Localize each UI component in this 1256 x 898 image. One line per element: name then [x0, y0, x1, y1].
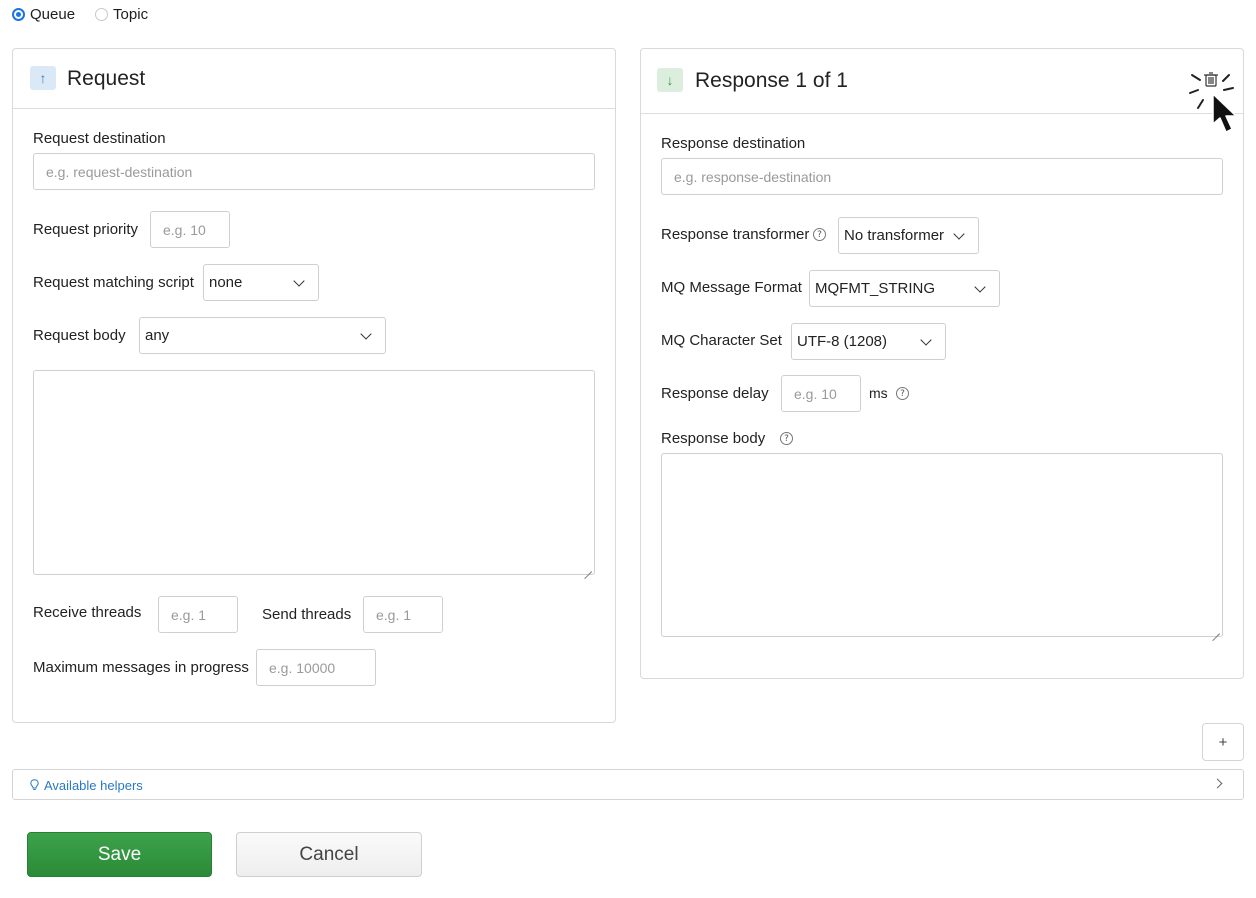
lightbulb-icon [30, 779, 39, 790]
request-panel-title: Request [67, 67, 146, 90]
response-delay-label: Response delay [661, 385, 769, 402]
response-transformer-select[interactable]: No transformer [838, 217, 979, 254]
chevron-down-icon [974, 280, 986, 293]
chevron-down-icon [293, 274, 305, 287]
available-helpers-bar[interactable]: Available helpers [12, 769, 1244, 800]
destination-type-radio-group: Queue Topic [12, 5, 168, 23]
arrow-up-icon: ↑ [30, 66, 56, 90]
response-delay-input[interactable]: e.g. 10 [781, 375, 861, 412]
add-response-button[interactable]: + [1202, 723, 1244, 761]
max-messages-input[interactable]: e.g. 10000 [256, 649, 376, 686]
request-matching-script-select[interactable]: none [203, 264, 319, 301]
resize-handle-icon[interactable] [1212, 626, 1220, 634]
send-threads-input[interactable]: e.g. 1 [363, 596, 443, 633]
mq-character-set-value: UTF-8 (1208) [797, 333, 888, 350]
request-matching-script-value: none [209, 274, 243, 291]
cancel-button[interactable]: Cancel [236, 832, 422, 877]
queue-radio[interactable] [12, 7, 25, 21]
mq-character-set-select[interactable]: UTF-8 (1208) [791, 323, 946, 360]
available-helpers-label[interactable]: Available helpers [44, 778, 143, 793]
request-body-label: Request body [33, 327, 126, 344]
response-delay-unit: ms [869, 385, 888, 401]
topic-radio-label[interactable]: Topic [113, 6, 148, 23]
chevron-down-icon [360, 327, 372, 340]
request-body-textarea[interactable] [33, 370, 595, 575]
resize-handle-icon[interactable] [584, 564, 592, 572]
response-panel-title: Response 1 of 1 [695, 69, 848, 92]
response-destination-label: Response destination [661, 135, 806, 152]
response-panel-header: ↓ Response 1 of 1 [641, 49, 1243, 114]
chevron-down-icon [953, 227, 965, 240]
arrow-down-icon: ↓ [657, 68, 683, 92]
request-panel-header: ↑ Request [13, 49, 615, 109]
trash-icon [1189, 72, 1237, 133]
request-body-value: any [145, 327, 170, 344]
mq-message-format-label: MQ Message Format [661, 279, 802, 296]
delete-response-button[interactable] [1188, 68, 1252, 140]
request-panel: ↑ Request Request destination e.g. reque… [12, 48, 616, 723]
receive-threads-label: Receive threads [33, 604, 142, 621]
request-priority-input[interactable]: e.g. 10 [150, 211, 230, 248]
response-body-textarea[interactable] [661, 453, 1223, 637]
help-icon[interactable]: ? [896, 387, 909, 400]
help-icon[interactable]: ? [813, 228, 826, 241]
request-body-select[interactable]: any [139, 317, 386, 354]
response-panel: ↓ Response 1 of 1 Response destination e… [640, 48, 1244, 679]
topic-radio[interactable] [95, 7, 109, 21]
response-body-label: Response body [661, 430, 766, 447]
save-button[interactable]: Save [27, 832, 212, 877]
mq-message-format-select[interactable]: MQFMT_STRING [809, 270, 1000, 307]
response-transformer-value: No transformer [844, 227, 945, 244]
help-icon[interactable]: ? [780, 432, 793, 445]
send-threads-label: Send threads [262, 606, 352, 623]
max-messages-label: Maximum messages in progress [33, 659, 249, 676]
mq-message-format-value: MQFMT_STRING [815, 280, 935, 297]
queue-radio-label[interactable]: Queue [30, 6, 75, 23]
request-priority-label: Request priority [33, 221, 139, 238]
chevron-down-icon [920, 333, 932, 346]
request-destination-label: Request destination [33, 130, 166, 147]
response-transformer-label: Response transformer [661, 226, 810, 243]
mouse-cursor-icon [1212, 93, 1237, 133]
request-destination-input[interactable]: e.g. request-destination [33, 153, 595, 190]
response-destination-input[interactable]: e.g. response-destination [661, 158, 1223, 195]
chevron-right-icon [1212, 778, 1223, 789]
request-matching-script-label: Request matching script [33, 274, 194, 291]
mq-character-set-label: MQ Character Set [661, 332, 782, 349]
receive-threads-input[interactable]: e.g. 1 [158, 596, 238, 633]
